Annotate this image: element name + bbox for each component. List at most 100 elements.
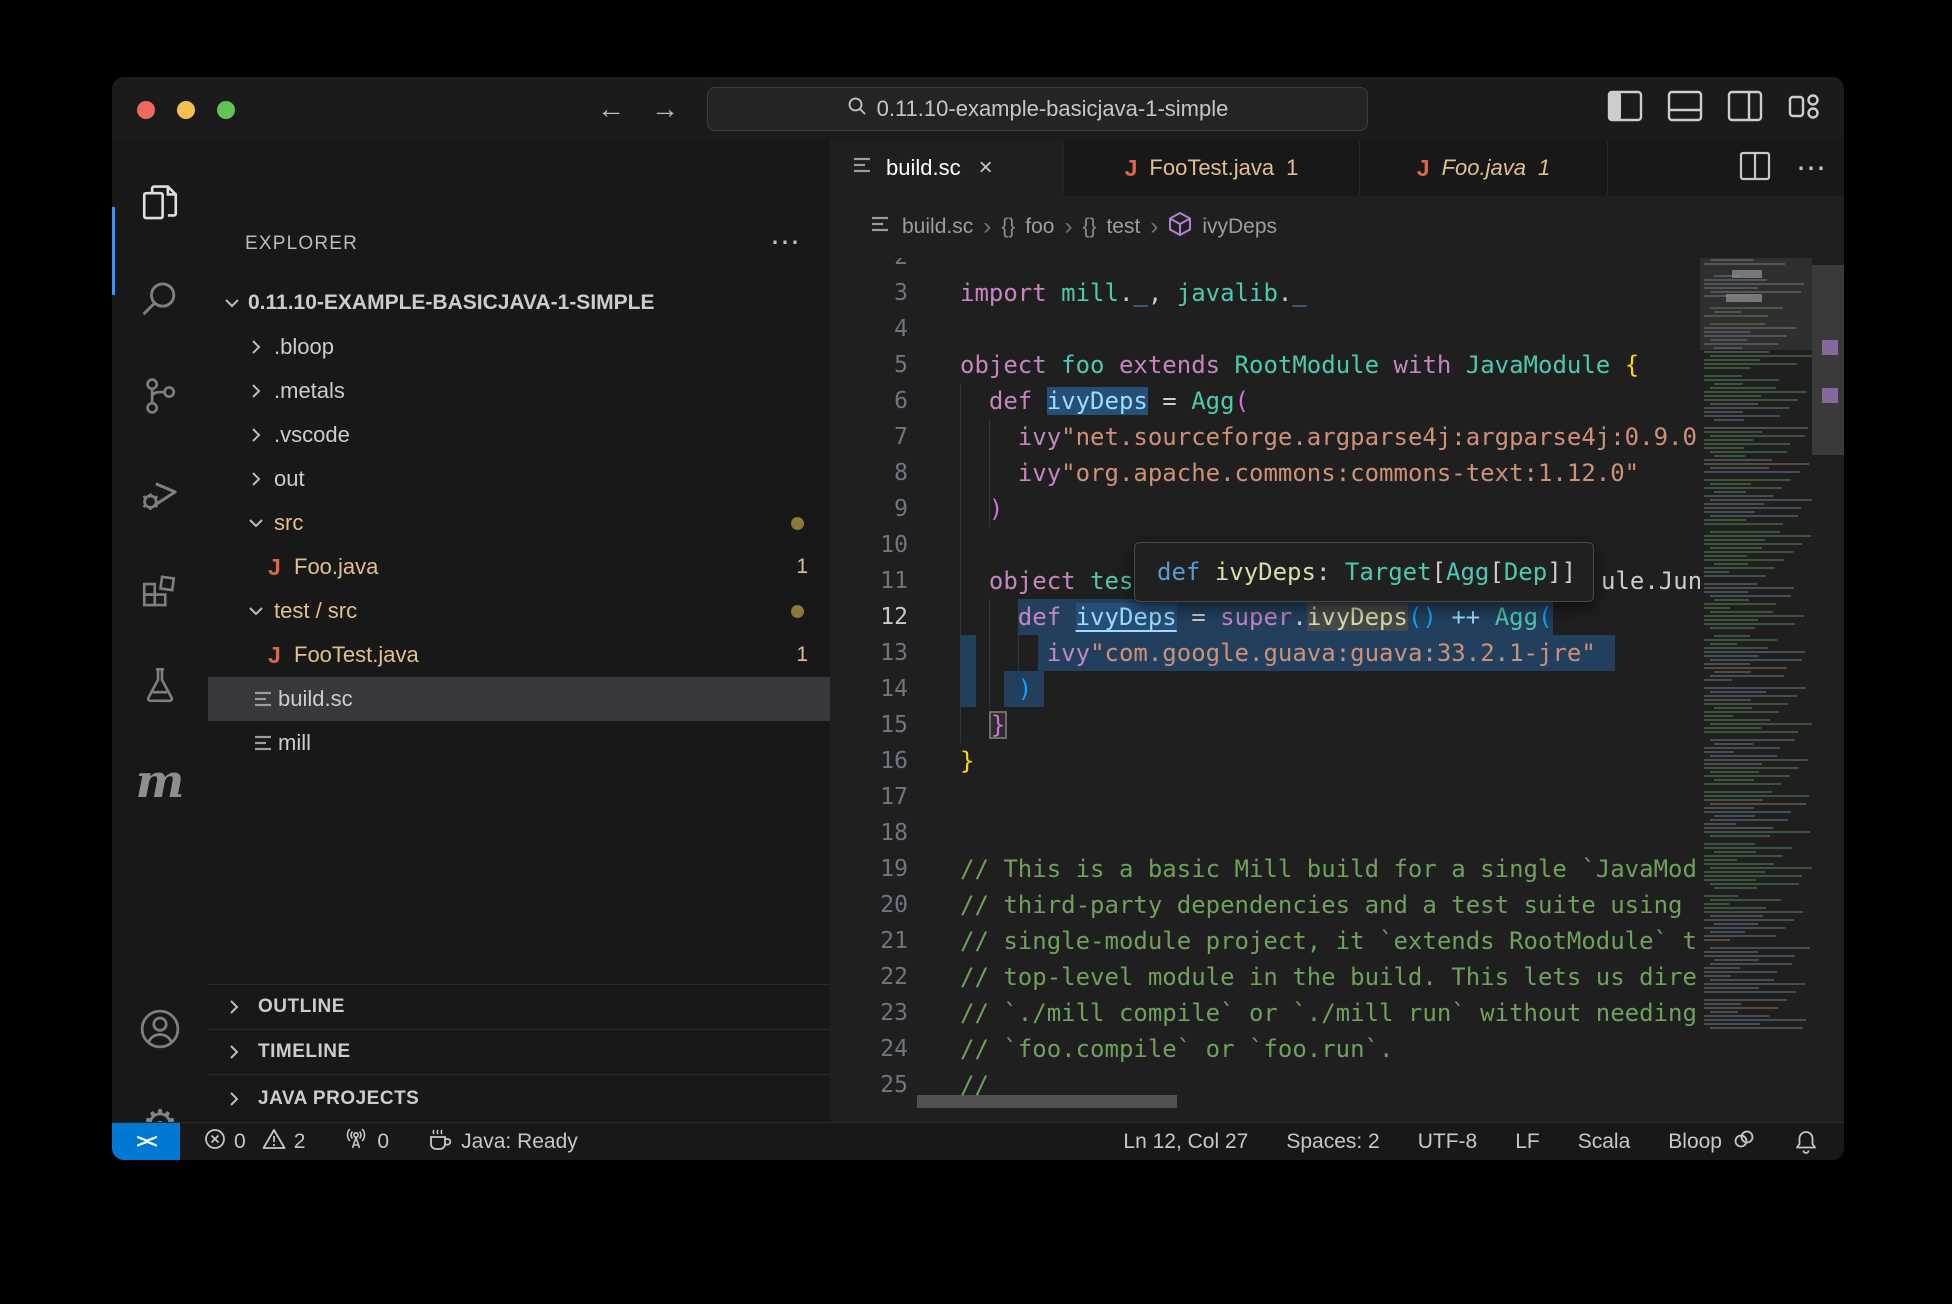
minimap-line — [1704, 399, 1798, 401]
tree-item-src[interactable]: src — [208, 501, 830, 545]
code-line-14[interactable]: 14 ) — [830, 671, 1700, 707]
close-window-button[interactable] — [137, 101, 155, 119]
code-line-8[interactable]: 8 ivy"org.apache.commons:commons-text:1.… — [830, 455, 1700, 491]
eol-setting[interactable]: LF — [1515, 1130, 1540, 1154]
indentation-setting[interactable]: Spaces: 2 — [1286, 1130, 1379, 1154]
horizontal-scrollbar[interactable] — [917, 1095, 1177, 1108]
code-line-22[interactable]: 22// top-level module in the build. This… — [830, 959, 1700, 995]
language-mode[interactable]: Scala — [1578, 1130, 1631, 1154]
code-line-17[interactable]: 17 — [830, 779, 1700, 815]
section-java-projects[interactable]: JAVA PROJECTS — [208, 1074, 830, 1122]
history-forward-button[interactable]: → — [651, 77, 679, 140]
code-line-20[interactable]: 20// third-party dependencies and a test… — [830, 887, 1700, 923]
minimap-line — [1704, 711, 1779, 713]
toggle-primary-sidebar-icon[interactable] — [1608, 91, 1642, 121]
breadcrumb-namespace[interactable]: foo — [1025, 215, 1054, 239]
minimap-line — [1710, 819, 1788, 821]
tree-item-test-src[interactable]: test / src — [208, 589, 830, 633]
problems-status[interactable]: 0 2 — [204, 1128, 305, 1156]
code-line-5[interactable]: 5object foo extends RootModule with Java… — [830, 347, 1700, 383]
tab-build-sc[interactable]: build.sc × — [830, 140, 1064, 196]
split-editor-icon[interactable] — [1740, 152, 1770, 185]
section-outline[interactable]: OUTLINE — [208, 984, 830, 1029]
tree-item--metals[interactable]: .metals — [208, 369, 830, 413]
minimap-line — [1710, 1011, 1738, 1013]
section-timeline[interactable]: TIMELINE — [208, 1029, 830, 1074]
encoding-setting[interactable]: UTF-8 — [1418, 1130, 1478, 1154]
minimap-line — [1710, 627, 1755, 629]
run-debug-icon[interactable] — [112, 444, 208, 540]
minimap-line — [1704, 991, 1796, 993]
extensions-icon[interactable] — [112, 540, 208, 636]
minimize-window-button[interactable] — [177, 101, 195, 119]
minimap-line — [1704, 391, 1807, 393]
breadcrumb-symbol[interactable]: ivyDeps — [1202, 215, 1277, 239]
history-back-button[interactable]: ← — [597, 77, 625, 140]
code-line-24[interactable]: 24// `foo.compile` or `foo.run`. — [830, 1031, 1700, 1067]
code-line-18[interactable]: 18 — [830, 815, 1700, 851]
tree-item--vscode[interactable]: .vscode — [208, 413, 830, 457]
close-tab-icon[interactable]: × — [979, 154, 993, 182]
source-control-icon[interactable] — [112, 348, 208, 444]
toggle-panel-icon[interactable] — [1668, 91, 1702, 121]
minimap-line — [1710, 611, 1773, 613]
code-line-9[interactable]: 9 ) — [830, 491, 1700, 527]
breadcrumb-file[interactable]: build.sc — [902, 215, 973, 239]
code-line-23[interactable]: 23// `./mill compile` or `./mill run` wi… — [830, 995, 1700, 1031]
code-line-6[interactable]: 6 def ivyDeps = Agg( — [830, 383, 1700, 419]
mill-extension-icon[interactable]: m — [112, 733, 208, 829]
minimap[interactable] — [1700, 239, 1812, 1099]
code-line-12[interactable]: 12 def ivyDeps = super.ivyDeps() ++ Agg( — [830, 599, 1700, 635]
explorer-icon[interactable] — [112, 155, 208, 251]
minimap-line — [1704, 415, 1780, 417]
cursor-position[interactable]: Ln 12, Col 27 — [1123, 1130, 1248, 1154]
editor-more-actions-icon[interactable]: ⋯ — [1796, 151, 1826, 186]
code-line-3[interactable]: 3import mill._, javalib._ — [830, 275, 1700, 311]
tab-problem-badge: 1 — [1286, 155, 1298, 181]
code-line-15[interactable]: 15 } — [830, 707, 1700, 743]
tree-item--bloop[interactable]: .bloop — [208, 325, 830, 369]
tree-item-mill[interactable]: mill — [208, 721, 830, 765]
command-center[interactable]: 0.11.10-example-basicjava-1-simple — [707, 87, 1368, 131]
ports-status[interactable]: 0 — [343, 1127, 389, 1157]
minimap-line — [1704, 559, 1784, 561]
tree-item-footest-java[interactable]: JFooTest.java1 — [208, 633, 830, 677]
search-view-icon[interactable] — [112, 251, 208, 347]
vertical-scrollbar[interactable] — [1812, 265, 1844, 455]
minimap-line — [1710, 755, 1777, 757]
tree-item-build-sc[interactable]: build.sc — [208, 677, 830, 721]
bloop-server-status[interactable]: Bloop — [1668, 1128, 1756, 1156]
accounts-icon[interactable] — [112, 981, 208, 1077]
modified-dot-badge — [791, 605, 804, 618]
notifications-bell-icon[interactable] — [1794, 1129, 1818, 1155]
tree-item-out[interactable]: out — [208, 457, 830, 501]
zoom-window-button[interactable] — [217, 101, 235, 119]
code-editor[interactable]: 23import mill._, javalib._45object foo e… — [830, 239, 1700, 1122]
line-number: 8 — [830, 455, 908, 491]
customize-layout-icon[interactable] — [1788, 91, 1822, 121]
minimap-line — [1704, 727, 1761, 729]
code-line-4[interactable]: 4 — [830, 311, 1700, 347]
tree-item-foo-java[interactable]: JFoo.java1 — [208, 545, 830, 589]
code-line-19[interactable]: 19// This is a basic Mill build for a si… — [830, 851, 1700, 887]
code-line-21[interactable]: 21// single-module project, it `extends … — [830, 923, 1700, 959]
remote-indicator[interactable]: >< — [112, 1123, 180, 1160]
java-status[interactable]: Java: Ready — [427, 1126, 578, 1158]
search-icon — [847, 96, 867, 122]
explorer-more-actions-icon[interactable]: ⋯ — [770, 225, 800, 260]
code-line-13[interactable]: 13 ivy"com.google.guava:guava:33.2.1-jre… — [830, 635, 1700, 671]
tree-root-folder[interactable]: 0.11.10-EXAMPLE-BASICJAVA-1-SIMPLE — [208, 281, 830, 325]
tab-foo-java[interactable]: J Foo.java 1 — [1360, 140, 1608, 196]
minimap-line — [1704, 1007, 1778, 1009]
breadcrumb-namespace[interactable]: test — [1106, 215, 1140, 239]
minimap-line — [1704, 1023, 1760, 1025]
minimap-line — [1704, 363, 1797, 365]
tab-footest-java[interactable]: J FooTest.java 1 — [1064, 140, 1360, 196]
code-line-7[interactable]: 7 ivy"net.sourceforge.argparse4j:argpars… — [830, 419, 1700, 455]
testing-icon[interactable] — [112, 637, 208, 733]
minimap-line — [1710, 675, 1784, 677]
symbol-cube-icon — [1168, 211, 1192, 243]
code-line-16[interactable]: 16} — [830, 743, 1700, 779]
java-file-icon: J — [1125, 155, 1138, 182]
toggle-secondary-sidebar-icon[interactable] — [1728, 91, 1762, 121]
